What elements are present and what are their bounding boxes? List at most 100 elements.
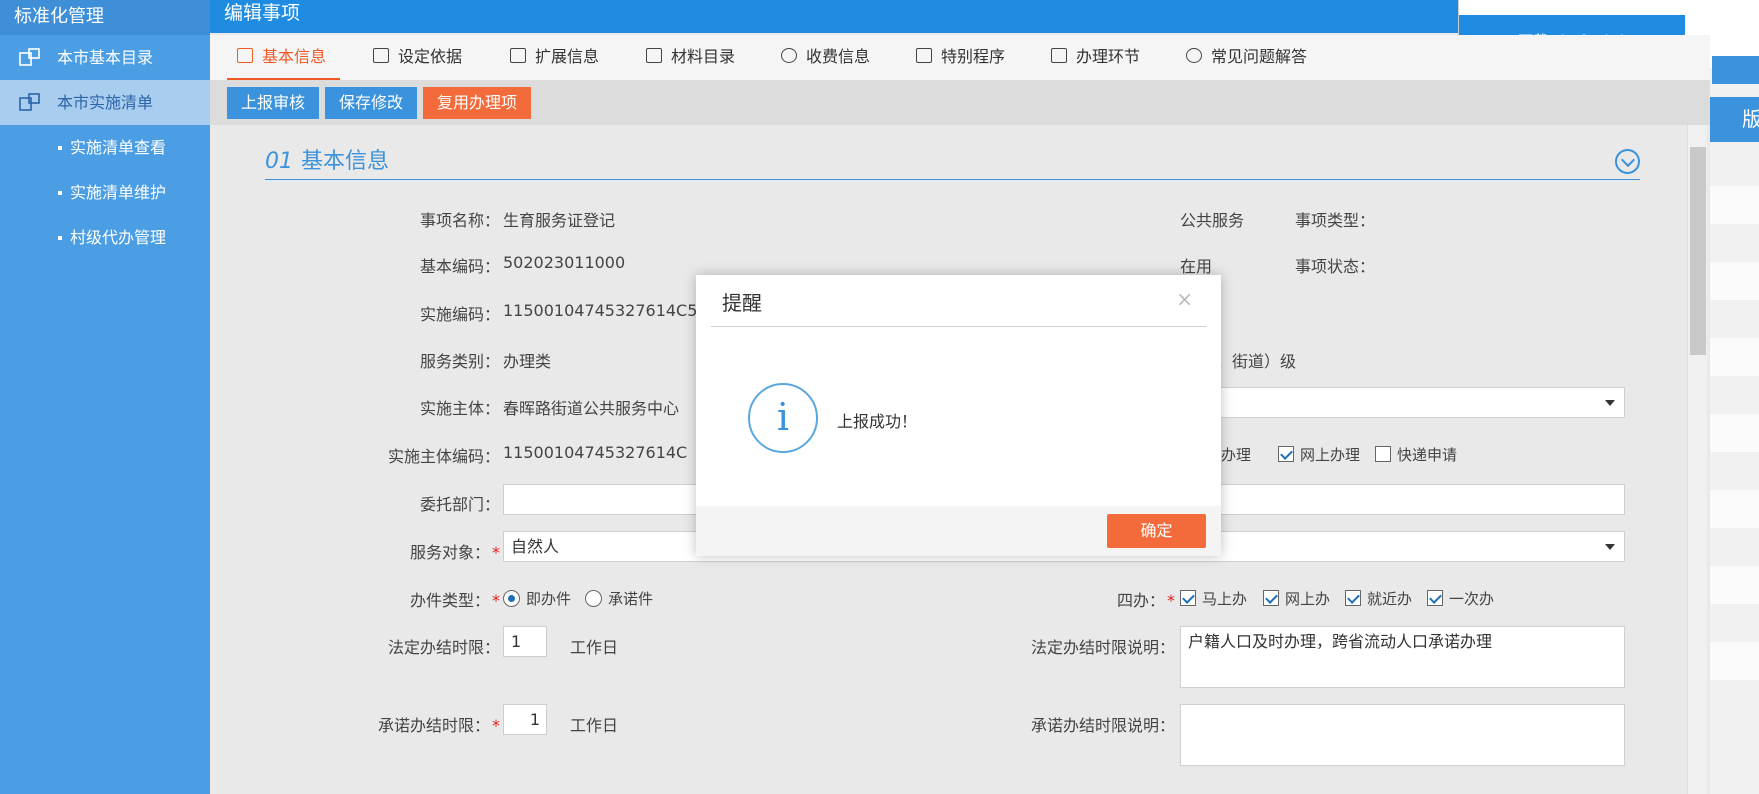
sidebar-subitem-label: 村级代办管理: [70, 228, 167, 247]
right-row: [1710, 414, 1759, 452]
item-status-label: 事项状态：: [1294, 257, 1375, 276]
document-icon: [916, 48, 932, 63]
sidebar-title: 标准化管理: [0, 0, 210, 35]
list-icon: [510, 48, 526, 63]
case-type-promise[interactable]: 承诺件: [585, 588, 653, 609]
promise-limit-input[interactable]: 1: [503, 704, 547, 735]
checkbox[interactable]: [1345, 590, 1361, 606]
impl-subject-code-value: 11500104745327614C: [503, 443, 688, 462]
sidebar-item-basic-catalog[interactable]: 本市基本目录: [0, 35, 210, 80]
basic-code-value: 502023011000: [503, 253, 626, 272]
promise-limit-unit: 工作日: [570, 716, 619, 735]
four-option-2[interactable]: 网上办: [1263, 588, 1330, 609]
reuse-button[interactable]: 复用办理项: [423, 87, 532, 119]
impl-subject-code-label: 实施主体编码：: [387, 447, 500, 466]
checkbox[interactable]: [1263, 590, 1279, 606]
delegate-dept-label: 委托部门：: [419, 495, 500, 514]
right-row: [1710, 490, 1759, 528]
tab-label: 扩展信息: [535, 47, 600, 66]
tab-materials[interactable]: 材料目录: [646, 35, 735, 80]
option-label: 网上办: [1285, 590, 1331, 608]
checkbox[interactable]: [1375, 446, 1391, 462]
four-option-4[interactable]: 一次办: [1427, 588, 1494, 609]
tab-fees[interactable]: 收费信息: [781, 35, 870, 80]
sidebar-subitem-maintain[interactable]: 实施清单维护: [0, 170, 210, 215]
tab-extended[interactable]: 扩展信息: [510, 35, 599, 80]
materials-icon: [646, 48, 662, 63]
option-label: 网上办理: [1300, 446, 1361, 464]
service-category-label: 服务类别：: [419, 352, 500, 371]
catalog-icon: [19, 48, 40, 66]
sidebar-subitem-village[interactable]: 村级代办管理: [0, 215, 210, 260]
tab-label: 设定依据: [398, 47, 463, 66]
four-option-1[interactable]: 马上办: [1180, 588, 1247, 609]
document-lock-icon: [373, 48, 389, 63]
right-row: [1710, 262, 1759, 300]
legal-limit-label: 法定办结时限：: [387, 638, 500, 657]
dialog-title: 提醒: [722, 291, 762, 315]
service-object-label: 服务对象： *: [409, 543, 500, 562]
faq-icon: [1186, 48, 1202, 63]
impl-code-label: 实施编码：: [419, 305, 500, 324]
dialog-message: 上报成功！: [837, 412, 918, 431]
checkbox[interactable]: [1427, 590, 1443, 606]
page-title: 编辑事项: [224, 2, 301, 24]
service-category-value: 办理类: [503, 352, 552, 371]
item-status-value: 在用: [1180, 257, 1213, 276]
promise-desc-label: 承诺办结时限说明：: [1030, 716, 1175, 735]
basic-code-label: 基本编码：: [419, 257, 500, 276]
sidebar-item-impl-list[interactable]: 本市实施清单: [0, 80, 210, 125]
close-icon[interactable]: ×: [1176, 287, 1193, 311]
option-label: 就近办: [1367, 590, 1413, 608]
sidebar-subitem-view[interactable]: 实施清单查看: [0, 125, 210, 170]
collapse-icon[interactable]: [1615, 149, 1640, 174]
tab-faq[interactable]: 常见问题解答: [1186, 35, 1307, 80]
legal-desc-label: 法定办结时限说明：: [1030, 638, 1175, 657]
action-bar: 上报审核 保存修改 复用办理项: [210, 80, 1710, 125]
tab-bar: 基本信息 设定依据 扩展信息 材料目录 收费信息 特别程序 办理环节 常见问题解…: [210, 35, 1710, 80]
section-title: 基本信息: [301, 149, 390, 174]
vertical-scrollbar[interactable]: [1687, 125, 1707, 794]
form-icon: [237, 48, 253, 63]
scrollbar-thumb[interactable]: [1690, 147, 1706, 355]
submit-review-button[interactable]: 上报审核: [227, 87, 320, 119]
tab-label: 常见问题解答: [1211, 47, 1308, 66]
item-name-value: 生育服务证登记: [503, 211, 616, 230]
tab-label: 收费信息: [806, 47, 871, 66]
four-option-3[interactable]: 就近办: [1345, 588, 1412, 609]
save-button[interactable]: 保存修改: [325, 87, 418, 119]
tab-steps[interactable]: 办理环节: [1051, 35, 1140, 80]
impl-code-value: 11500104745327614C55: [503, 301, 708, 320]
label-text: 办件类型：: [409, 591, 490, 610]
promise-desc-textarea[interactable]: [1180, 704, 1625, 766]
promise-limit-label: 承诺办结时限： *: [377, 716, 500, 735]
checkbox[interactable]: [1278, 446, 1294, 462]
handle-option-express[interactable]: 快递申请: [1375, 444, 1457, 465]
option-label: 承诺件: [608, 590, 654, 608]
tab-basis[interactable]: 设定依据: [373, 35, 462, 80]
right-search-icon[interactable]: [1712, 56, 1759, 84]
dialog-divider: [711, 326, 1206, 327]
tab-label: 基本信息: [262, 47, 327, 66]
sidebar-item-label: 本市基本目录: [57, 48, 154, 67]
label-text: 四办：: [1116, 591, 1165, 610]
label-text: 承诺办结时限：: [377, 716, 490, 735]
radio[interactable]: [503, 590, 520, 607]
tab-basic-info[interactable]: 基本信息: [227, 35, 341, 80]
radio[interactable]: [585, 590, 602, 607]
sidebar-subitem-label: 实施清单维护: [70, 183, 167, 202]
alert-dialog: 提醒 × i 上报成功！ 确定: [696, 275, 1221, 556]
tab-special[interactable]: 特别程序: [916, 35, 1005, 80]
legal-limit-input[interactable]: 1: [503, 626, 547, 657]
section-header: 01 基本信息: [265, 143, 1640, 180]
checkbox[interactable]: [1180, 590, 1196, 606]
confirm-button[interactable]: 确定: [1107, 514, 1206, 548]
dialog-footer: 确定: [696, 506, 1221, 556]
option-label: 一次办: [1449, 590, 1495, 608]
case-type-immediate[interactable]: 即办件: [503, 588, 571, 609]
info-icon: i: [748, 383, 818, 453]
right-row: [1710, 642, 1759, 680]
subject-nature-select[interactable]: 机关: [1180, 387, 1625, 418]
handle-option-online[interactable]: 网上办理: [1278, 444, 1360, 465]
legal-desc-textarea[interactable]: 户籍人口及时办理，跨省流动人口承诺办理: [1180, 626, 1625, 688]
